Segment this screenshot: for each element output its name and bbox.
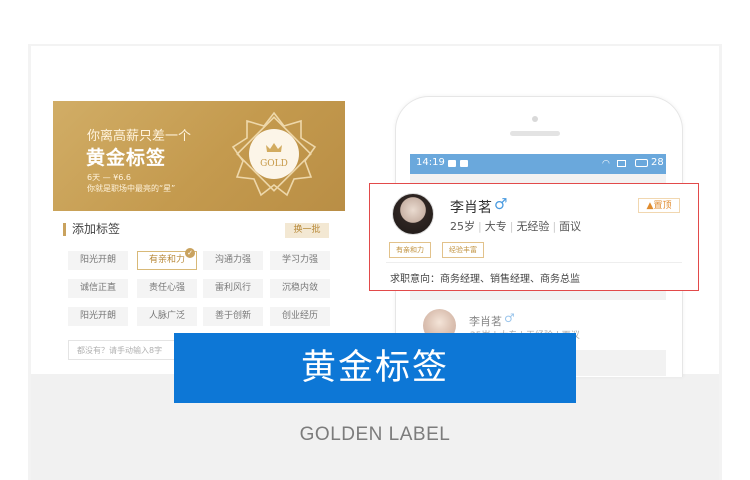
camera-dot	[532, 116, 538, 122]
profile-tag: 有亲和力	[389, 242, 431, 258]
status-bar: 14:19 ◠ 28	[410, 154, 666, 174]
promo-title: 黄金标签	[86, 147, 167, 169]
add-tags-header: 添加标签	[63, 223, 120, 236]
check-icon: ✓	[185, 248, 195, 258]
tag-chip[interactable]: 学习力强	[270, 251, 330, 270]
status-time: 14:19	[416, 157, 445, 168]
tag-chip[interactable]: 诚信正直	[68, 279, 128, 298]
message-icon	[617, 160, 626, 167]
profile-salary: 面议	[559, 220, 582, 233]
profile-name: 李肖茗	[450, 200, 492, 216]
divider	[386, 262, 682, 263]
tag-chip[interactable]: 阳光开朗	[68, 251, 128, 270]
male-icon: ♂	[504, 311, 515, 325]
notification-icon	[448, 160, 456, 167]
speaker-slot	[510, 131, 560, 136]
wifi-icon: ◠	[602, 159, 610, 169]
badge-label: GOLD	[260, 159, 288, 169]
tag-chip[interactable]: 阳光开朗	[68, 307, 128, 326]
profile-age: 25岁	[450, 220, 475, 233]
tag-chip[interactable]: 责任心强	[137, 279, 197, 298]
battery-level: 28	[651, 157, 664, 168]
tag-chip[interactable]: 雷利风行	[203, 279, 263, 298]
pin-top-label: 置顶	[653, 201, 672, 211]
profile-tag: 经验丰富	[442, 242, 484, 258]
notification-icon	[460, 160, 468, 167]
profile-name: 李肖茗	[469, 315, 502, 328]
promo-price: 6天 — ¥6.6	[87, 173, 131, 182]
promo-subtitle: 你离高薪只差一个	[87, 129, 192, 144]
male-icon: ♂	[494, 195, 508, 213]
gold-promo-panel: 你离高薪只差一个 黄金标签 6天 — ¥6.6 你就是职场中最亮的“星” GOL…	[53, 101, 345, 211]
tag-chip[interactable]: 人脉广泛	[137, 307, 197, 326]
job-intent: 求职意向：商务经理、销售经理、商务总监	[390, 274, 580, 285]
tag-chip[interactable]: 沉稳内敛	[270, 279, 330, 298]
pin-top-button[interactable]: ▲置顶	[638, 198, 680, 213]
caption: GOLDEN LABEL	[299, 424, 451, 445]
tag-chip[interactable]: 善于创新	[203, 307, 263, 326]
refresh-tags-button[interactable]: 换一批	[285, 223, 329, 238]
banner-title: 黄金标签	[174, 333, 576, 403]
avatar	[392, 193, 434, 235]
promo-slogan: 你就是职场中最亮的“星”	[87, 184, 176, 193]
profile-education: 大专	[484, 220, 507, 233]
profile-meta: 25岁 | 大专 | 无经验 | 面议	[450, 220, 582, 233]
profile-experience: 无经验	[516, 220, 550, 233]
tag-chip[interactable]: 创业经历	[270, 307, 330, 326]
battery-icon	[635, 159, 648, 167]
custom-tag-input[interactable]: 都没有？请手动输入8字	[68, 340, 178, 360]
tag-chip[interactable]: 沟通力强	[203, 251, 263, 270]
gold-badge-icon: GOLD	[231, 111, 317, 197]
